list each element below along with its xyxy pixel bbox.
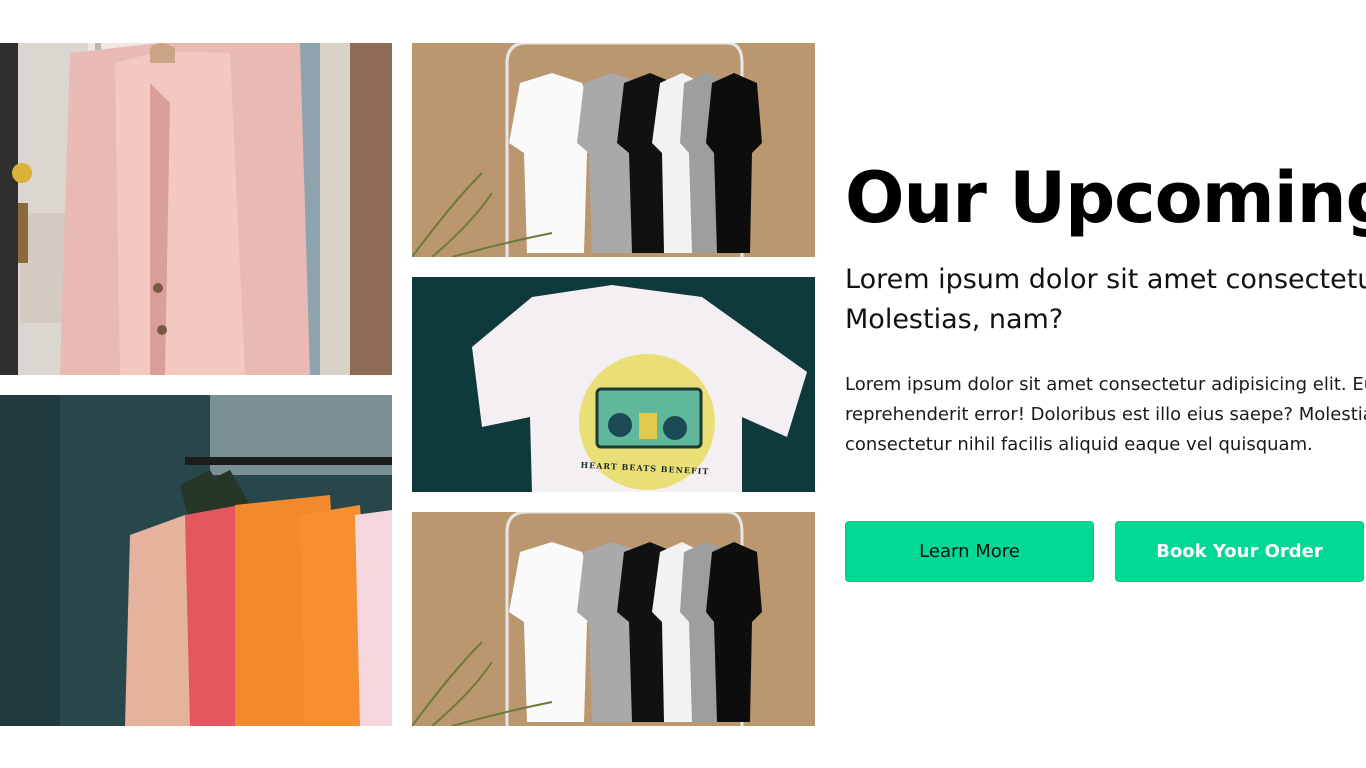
gallery-image-clothing-rack: [0, 395, 392, 726]
page-title: Our Upcoming: [845, 157, 1366, 239]
tshirt-rack-photo: [412, 512, 815, 726]
book-order-button[interactable]: Book Your Order: [1115, 521, 1364, 582]
page: HEART BEATS BENEFIT Our Upcoming Lorem i…: [0, 0, 1366, 768]
gallery-image-printed-tshirt: HEART BEATS BENEFIT: [412, 277, 815, 492]
gallery-image-blazers: [0, 43, 392, 375]
gallery-image-tshirt-rack-bottom: [412, 512, 815, 726]
clothing-rack-photo: [0, 395, 392, 726]
hero-text: Our Upcoming Lorem ipsum dolor sit amet …: [845, 150, 1366, 460]
hero-subtitle: Lorem ipsum dolor sit amet consectetur M…: [845, 264, 1366, 335]
tshirt-rack-photo: [412, 43, 815, 257]
learn-more-button[interactable]: Learn More: [845, 521, 1094, 582]
gallery-image-tshirt-rack-top: [412, 43, 815, 257]
blazers-photo: [0, 43, 392, 375]
printed-tshirt-photo: [412, 277, 815, 492]
hero-body: Lorem ipsum dolor sit amet consectetur a…: [845, 374, 1366, 455]
